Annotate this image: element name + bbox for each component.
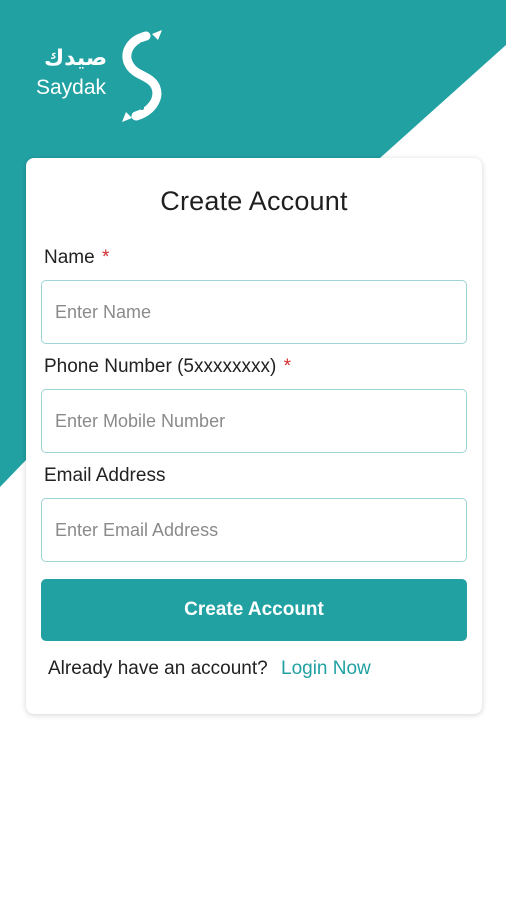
login-now-link[interactable]: Login Now	[281, 658, 371, 679]
name-label: Name	[44, 247, 95, 268]
name-label-row: Name *	[44, 247, 109, 269]
app-logo: صيدك Saydak	[34, 30, 174, 122]
name-required-mark: *	[101, 247, 110, 268]
login-prompt-text: Already have an account?	[48, 658, 268, 679]
create-account-card: Create Account Name * Phone Number (5xxx…	[26, 158, 482, 714]
logo-latin-text: Saydak	[36, 76, 107, 99]
phone-label: Phone Number (5xxxxxxxx)	[44, 356, 277, 377]
email-label: Email Address	[44, 465, 166, 486]
email-label-row: Email Address	[44, 465, 165, 487]
create-account-button[interactable]: Create Account	[41, 579, 467, 641]
login-prompt: Already have an account? Login Now	[48, 658, 371, 680]
phone-input[interactable]	[41, 389, 467, 453]
page-title: Create Account	[160, 186, 348, 216]
email-input[interactable]	[41, 498, 467, 562]
name-input[interactable]	[41, 280, 467, 344]
fish-logo-icon	[122, 30, 162, 122]
phone-required-mark: *	[283, 356, 291, 377]
logo-arabic-text: صيدك	[44, 46, 108, 71]
phone-label-row: Phone Number (5xxxxxxxx) *	[44, 356, 291, 378]
